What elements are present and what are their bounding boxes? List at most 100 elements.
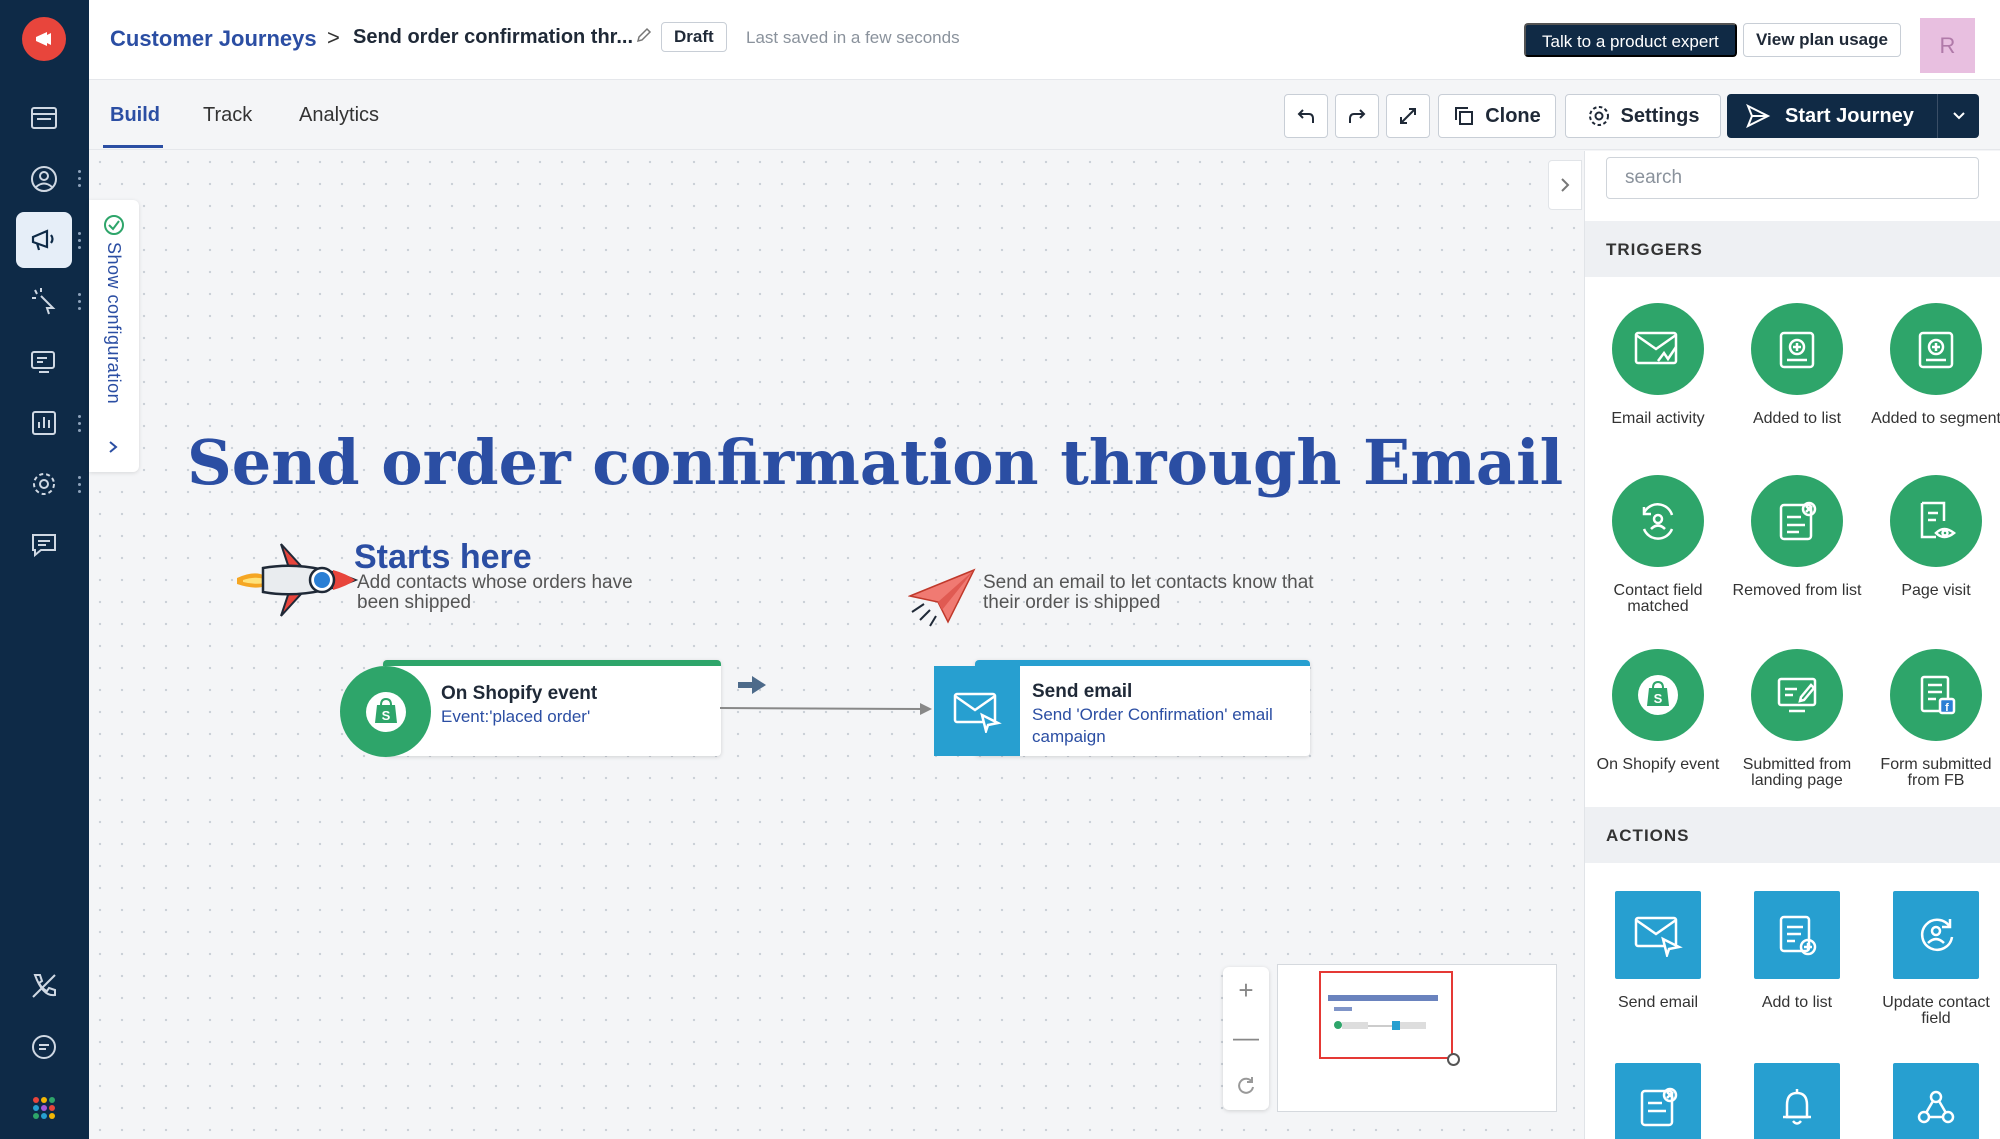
settings-button[interactable]: Settings — [1565, 94, 1721, 138]
list-add-icon — [1779, 915, 1817, 956]
forms-icon[interactable] — [16, 334, 72, 390]
list-remove-icon — [1640, 1087, 1678, 1127]
clone-button[interactable]: Clone — [1438, 94, 1556, 138]
trigger-form-submitted-from-fb[interactable]: f Form submitted from FB — [1866, 649, 2000, 789]
zoom-in-button[interactable]: + — [1223, 967, 1269, 1014]
dashboard-icon[interactable] — [16, 90, 72, 146]
clone-label: Clone — [1485, 104, 1541, 127]
action-remove-from-list[interactable] — [1588, 1063, 1728, 1139]
search-input[interactable] — [1606, 157, 1979, 199]
bell-icon — [1783, 1089, 1811, 1125]
send-email-description: Send an email to let contacts know that … — [983, 572, 1314, 613]
app-logo-icon[interactable] — [22, 17, 66, 61]
chevron-down-icon — [1952, 112, 1965, 120]
campaigns-menu-dots-icon[interactable] — [78, 232, 82, 250]
automation-icon[interactable] — [16, 273, 72, 329]
trigger-node-shopify[interactable]: On Shopify event Event:'placed order' — [383, 660, 721, 756]
tab-track[interactable]: Track — [203, 104, 252, 127]
contacts-menu-dots-icon[interactable] — [78, 170, 82, 188]
action-add-to-list[interactable]: Add to list — [1727, 891, 1867, 1011]
trigger-node-title: On Shopify event — [441, 683, 598, 704]
svg-text:S: S — [1654, 691, 1663, 706]
contact-update-icon — [1920, 918, 1954, 951]
avatar[interactable]: R — [1920, 18, 1975, 73]
tile-label: Page visit — [1901, 582, 1971, 599]
gear-icon — [1588, 106, 1609, 126]
show-configuration-toggle[interactable]: Show configuration — [89, 200, 139, 472]
journey-toolbar: Build Track Analytics Clone Settings Sta… — [89, 80, 2000, 150]
minimap-resize-handle[interactable] — [1447, 1053, 1460, 1066]
settings-gear-icon[interactable] — [16, 456, 72, 512]
components-panel: TRIGGERS Email activity Added to list Ad… — [1584, 151, 2000, 1139]
tile-label: Added to segment — [1871, 410, 2000, 427]
trigger-contact-field-matched[interactable]: Contact field matched — [1588, 475, 1728, 615]
action-webhook[interactable] — [1866, 1063, 2000, 1139]
tile-label: Removed from list — [1732, 582, 1862, 599]
contact-refresh-icon — [1642, 503, 1674, 540]
contacts-icon[interactable] — [16, 151, 72, 207]
reports-menu-dots-icon[interactable] — [78, 415, 82, 433]
paper-plane-icon — [908, 568, 976, 627]
automation-menu-dots-icon[interactable] — [78, 293, 82, 311]
action-node-send-email-icon[interactable] — [934, 666, 1020, 756]
tab-build[interactable]: Build — [110, 104, 160, 127]
start-journey-dropdown[interactable] — [1937, 94, 1979, 138]
trigger-email-activity[interactable]: Email activity — [1588, 303, 1728, 427]
list-remove-icon — [1779, 501, 1817, 541]
undo-icon — [1297, 109, 1314, 123]
fullscreen-button[interactable] — [1386, 94, 1430, 138]
edit-pencil-icon[interactable] — [635, 26, 653, 49]
action-send-notification[interactable] — [1727, 1063, 1867, 1139]
landing-page-icon — [1777, 677, 1817, 713]
panel-collapse-toggle[interactable] — [1548, 160, 1582, 210]
send-arrow-icon — [1746, 103, 1771, 129]
action-update-contact-field[interactable]: Update contact field — [1866, 891, 2000, 1027]
canvas-minimap[interactable] — [1277, 964, 1557, 1112]
action-node-send-email[interactable]: Send email Send 'Order Confirmation' ema… — [975, 660, 1310, 756]
trigger-node-shopify-icon[interactable]: S — [340, 666, 431, 757]
trigger-added-to-list[interactable]: Added to list — [1727, 303, 1867, 427]
active-tab-underline — [103, 145, 163, 148]
trigger-removed-from-list[interactable]: Removed from list — [1727, 475, 1867, 599]
webhook-icon — [1917, 1090, 1955, 1124]
segment-add-icon — [1918, 331, 1954, 369]
reset-view-button[interactable] — [1223, 1061, 1269, 1108]
shopify-icon: S — [365, 691, 406, 732]
reports-icon[interactable] — [16, 395, 72, 451]
triggers-section-header: TRIGGERS — [1585, 221, 2000, 277]
view-plan-usage-button[interactable]: View plan usage — [1743, 23, 1901, 57]
trigger-submitted-from-landing-page[interactable]: Submitted from landing page — [1727, 649, 1867, 789]
zoom-out-button[interactable]: — — [1223, 1014, 1269, 1061]
redo-button[interactable] — [1335, 94, 1379, 138]
shopify-icon: S — [1638, 675, 1678, 715]
action-send-email[interactable]: Send email — [1588, 891, 1728, 1011]
send-email-icon — [1634, 916, 1683, 957]
email-activity-icon — [1634, 331, 1678, 365]
expand-icon — [1400, 108, 1416, 124]
breadcrumb-separator: > — [327, 25, 340, 50]
check-circle-icon — [104, 215, 124, 235]
phone-icon[interactable] — [16, 958, 72, 1014]
campaigns-icon[interactable] — [16, 212, 72, 268]
tab-analytics[interactable]: Analytics — [299, 104, 379, 127]
start-journey-button[interactable]: Start Journey — [1727, 94, 1979, 138]
journey-title: Send order confirmation thr... — [353, 26, 634, 48]
trigger-on-shopify-event[interactable]: S On Shopify event — [1588, 649, 1728, 773]
status-badge: Draft — [661, 22, 727, 52]
breadcrumb-customer-journeys[interactable]: Customer Journeys — [110, 26, 317, 52]
minimap-viewport[interactable] — [1319, 971, 1453, 1059]
action-node-subtitle: Send 'Order Confirmation' email campaign — [1032, 705, 1273, 746]
settings-label: Settings — [1620, 104, 1700, 127]
last-saved-text: Last saved in a few seconds — [746, 28, 960, 47]
apps-grid-icon[interactable] — [16, 1080, 72, 1136]
tile-label: On Shopify event — [1596, 756, 1720, 773]
settings-menu-dots-icon[interactable] — [78, 476, 82, 494]
undo-button[interactable] — [1284, 94, 1328, 138]
notes-icon[interactable] — [16, 1019, 72, 1075]
trigger-added-to-segment[interactable]: Added to segment — [1866, 303, 2000, 427]
talk-to-expert-button[interactable]: Talk to a product expert — [1524, 23, 1737, 57]
conversations-icon[interactable] — [16, 517, 72, 573]
trigger-page-visit[interactable]: Page visit — [1866, 475, 2000, 599]
journey-heading: Send order confirmation through Email — [187, 426, 1564, 499]
rocket-icon — [237, 543, 359, 617]
